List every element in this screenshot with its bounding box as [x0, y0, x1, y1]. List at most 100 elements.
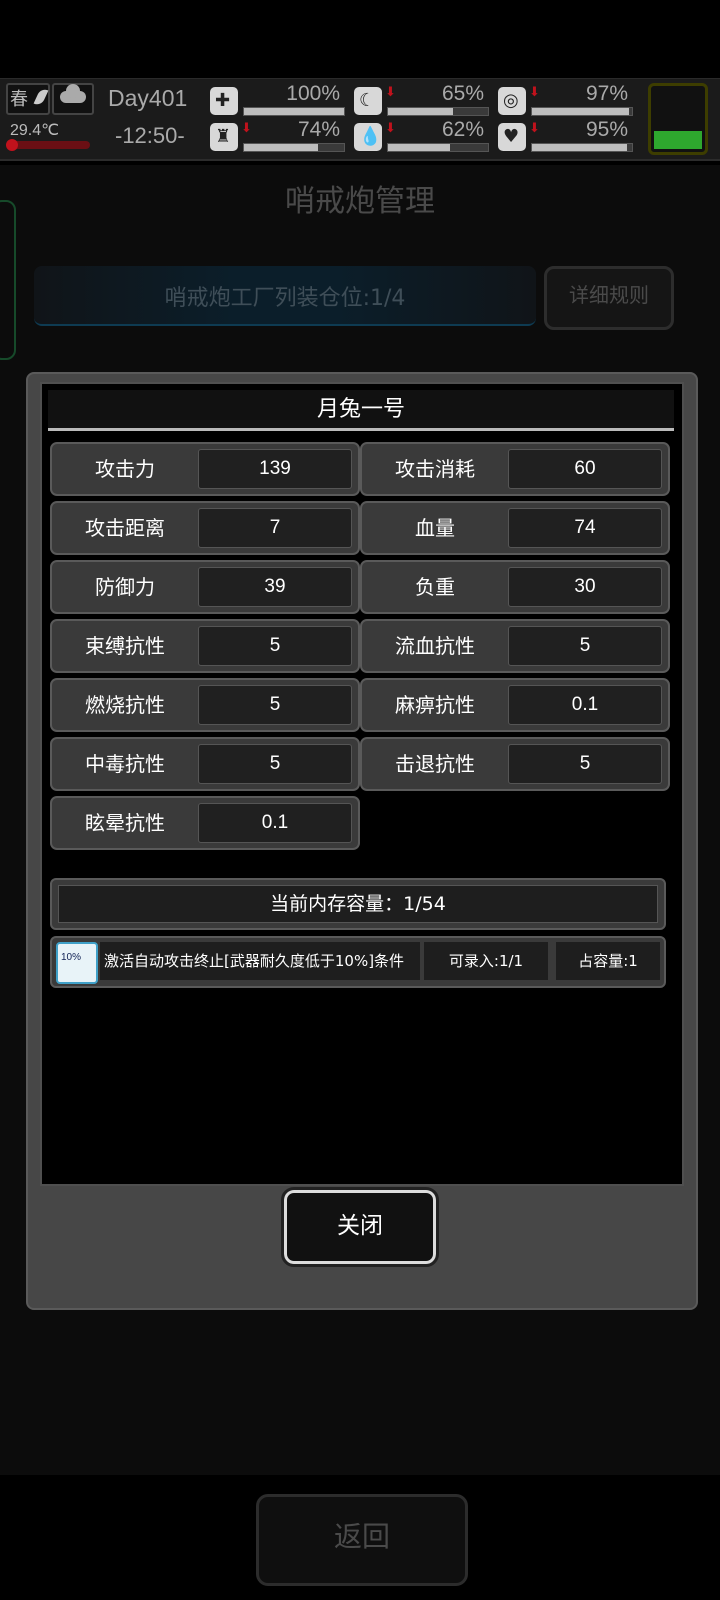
stat-bar [243, 143, 345, 152]
temperature: 29.4℃ [10, 122, 60, 139]
stat-bar-fill [532, 144, 627, 151]
condition-recordable: 可录入:1/1 [424, 942, 548, 980]
factory-slot-bar: 哨戒炮工厂列装仓位:1/4 [34, 266, 536, 326]
stat-bar-fill [244, 144, 318, 151]
day-counter: Day401 [108, 85, 188, 111]
stat-value: 5 [508, 626, 662, 666]
stomach-icon: ☾ [354, 87, 382, 115]
factory-slot-text: 哨戒炮工厂列装仓位:1/4 [164, 286, 406, 311]
decrease-arrow-icon: ⬇ [529, 85, 540, 100]
medkit-icon: ✚ [210, 87, 238, 115]
stat-bar [387, 143, 489, 152]
condition-text: 激活自动攻击终止[武器耐久度低于10%]条件 [100, 942, 420, 980]
game-clock: -12:50- [115, 123, 185, 148]
battery-icon [648, 83, 708, 155]
water-drop-icon: 💧 [354, 123, 382, 151]
dialog-content: 月兔一号 攻击力 139 攻击消耗 60 攻击距离 7 血量 74 防御力 39 负重 30 束缚抗性 5… [40, 382, 684, 1186]
status-stat: ♥ ⬇ 95% [498, 119, 638, 155]
stat-value: 139 [198, 449, 352, 489]
stat-row: 燃烧抗性 5 [50, 678, 360, 732]
pill-icon: ◎ [498, 87, 526, 115]
status-stat: 💧 ⬇ 62% [354, 119, 494, 155]
stat-label: 击退抗性 [395, 752, 475, 776]
turret-detail-dialog: 月兔一号 攻击力 139 攻击消耗 60 攻击距离 7 血量 74 防御力 39 负重 30 束缚抗性 5… [26, 372, 698, 1310]
status-stat: ◎ ⬇ 97% [498, 83, 638, 119]
stat-percent: 95% [585, 118, 628, 141]
stat-value: 5 [198, 685, 352, 725]
weather-indicator [52, 83, 94, 115]
stat-percent: 74% [297, 118, 340, 141]
stat-label: 负重 [415, 575, 455, 599]
condition-icon-text: 10% [61, 952, 82, 963]
stat-percent: 62% [441, 118, 484, 141]
leaf-icon [33, 87, 49, 107]
stat-bar-fill [388, 108, 453, 115]
stat-bar [387, 107, 489, 116]
stat-label: 燃烧抗性 [85, 693, 165, 717]
stat-row: 攻击距离 7 [50, 501, 360, 555]
stat-label: 防御力 [95, 575, 155, 599]
battery-level [654, 131, 702, 149]
durability-condition-icon: 10% [56, 942, 98, 984]
back-button[interactable]: 返回 [256, 1494, 468, 1586]
stat-label: 攻击力 [95, 457, 155, 481]
stat-value: 7 [198, 508, 352, 548]
condition-row[interactable]: 10% 激活自动攻击终止[武器耐久度低于10%]条件 可录入:1/1 占容量:1 [50, 936, 666, 988]
stat-bar-fill [388, 144, 450, 151]
stat-label: 中毒抗性 [85, 752, 165, 776]
stat-row: 眩晕抗性 0.1 [50, 796, 360, 850]
stat-label: 攻击距离 [85, 516, 165, 540]
stat-value: 0.1 [508, 685, 662, 725]
stat-bar [531, 107, 633, 116]
side-drawer-handle[interactable] [0, 200, 16, 360]
leg-icon: ♜ [210, 123, 238, 151]
decrease-arrow-icon: ⬇ [385, 85, 396, 100]
stat-row: 击退抗性 5 [360, 737, 670, 791]
stat-label: 攻击消耗 [395, 457, 475, 481]
status-stat: ☾ ⬇ 65% [354, 83, 494, 119]
stat-percent: 100% [286, 82, 340, 105]
stat-label: 血量 [415, 516, 455, 540]
stat-label: 眩晕抗性 [85, 811, 165, 835]
cloud-icon [60, 84, 86, 103]
memory-capacity-text: 当前内存容量：1/54 [58, 885, 658, 923]
decrease-arrow-icon: ⬇ [241, 121, 252, 136]
heart-icon: ♥ [498, 123, 526, 151]
condition-capacity: 占容量:1 [556, 942, 660, 980]
stat-value: 5 [198, 626, 352, 666]
stat-label: 束缚抗性 [85, 634, 165, 658]
page-title: 哨戒炮管理 [285, 184, 435, 219]
stat-bar-fill [532, 108, 629, 115]
stat-percent: 97% [585, 82, 628, 105]
rules-button[interactable]: 详细规则 [544, 266, 674, 330]
stat-value: 5 [508, 744, 662, 784]
status-bar: 春 29.4℃ Day401 -12:50- ✚ 100% ☾ ⬇ 65% ◎ ⬇ 97% ♜ ⬇… [0, 78, 720, 161]
stat-row: 中毒抗性 5 [50, 737, 360, 791]
stat-value: 60 [508, 449, 662, 489]
close-button[interactable]: 关闭 [281, 1187, 439, 1267]
stat-row: 束缚抗性 5 [50, 619, 360, 673]
stat-value: 0.1 [198, 803, 352, 843]
thermometer-icon [6, 139, 90, 151]
stat-row: 攻击力 139 [50, 442, 360, 496]
season-label: 春 [10, 89, 28, 110]
stat-bar-fill [244, 108, 344, 115]
decrease-arrow-icon: ⬇ [529, 121, 540, 136]
stat-row: 血量 74 [360, 501, 670, 555]
stat-row: 负重 30 [360, 560, 670, 614]
stat-label: 麻痹抗性 [395, 693, 475, 717]
stat-value: 5 [198, 744, 352, 784]
stat-label: 流血抗性 [395, 634, 475, 658]
decrease-arrow-icon: ⬇ [385, 121, 396, 136]
stat-row: 防御力 39 [50, 560, 360, 614]
stat-bar [531, 143, 633, 152]
memory-capacity: 当前内存容量：1/54 [50, 878, 666, 930]
stat-bar [243, 107, 345, 116]
stat-value: 39 [198, 567, 352, 607]
stat-row: 流血抗性 5 [360, 619, 670, 673]
turret-name: 月兔一号 [48, 390, 674, 431]
stat-row: 攻击消耗 60 [360, 442, 670, 496]
status-stat: ✚ 100% [210, 83, 350, 119]
stat-value: 74 [508, 508, 662, 548]
season-indicator: 春 [6, 83, 50, 115]
